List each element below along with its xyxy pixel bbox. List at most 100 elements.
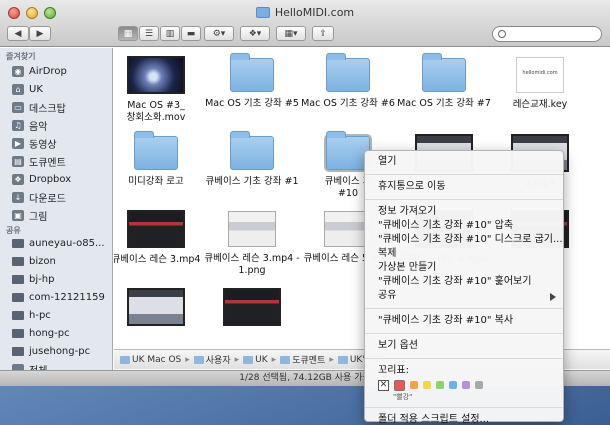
- file-item[interactable]: Mac OS #3_창회소화.mov: [114, 52, 204, 124]
- tag-color-swatch[interactable]: [436, 381, 444, 389]
- icon-view-button[interactable]: ▦: [118, 26, 138, 41]
- path-crumb[interactable]: UK: [243, 355, 268, 365]
- computer-icon: [12, 310, 24, 320]
- file-item[interactable]: [204, 284, 300, 332]
- share-button[interactable]: ⇪: [312, 26, 334, 41]
- sidebar-item[interactable]: bizon: [12, 253, 112, 269]
- path-crumb[interactable]: UK Mac OS: [120, 355, 181, 365]
- menu-separator: [365, 199, 563, 200]
- movie-thumbnail: [223, 288, 281, 326]
- tag-color-swatch[interactable]: [423, 381, 431, 389]
- context-menu-item[interactable]: "큐베이스 기초 강좌 #10" 복사: [365, 314, 563, 328]
- tag-color-swatch[interactable]: [410, 381, 418, 389]
- tags-header: 꼬리표:: [378, 365, 409, 376]
- sidebar-item-label: AirDrop: [29, 65, 67, 77]
- back-button[interactable]: ◀: [7, 26, 29, 41]
- keynote-document-icon: hellomidi.com: [516, 57, 564, 93]
- sidebar-item[interactable]: h-pc: [12, 307, 112, 323]
- sidebar-item[interactable]: ▣ 그림: [12, 207, 112, 223]
- arrange-menu-button[interactable]: ▦▾: [276, 26, 306, 41]
- folder-item[interactable]: Mac OS 기초 강좌 #6: [300, 52, 396, 110]
- folder-icon: [230, 131, 274, 170]
- folder-item[interactable]: 큐베이스 기초 강좌 #1: [204, 130, 300, 188]
- dropbox-menu-button[interactable]: ❖▾: [240, 26, 270, 41]
- sidebar-item[interactable]: jusehong-pc: [12, 343, 112, 359]
- context-menu-item[interactable]: 공유: [365, 289, 563, 303]
- sidebar-header-favorites: 즐겨찾기: [6, 52, 36, 61]
- columns-icon: ▥: [165, 28, 175, 39]
- sidebar-item[interactable]: ♫ 음악: [12, 117, 112, 133]
- sidebar-item[interactable]: auneyau-o85...: [12, 235, 112, 251]
- path-crumb-label: UK Mac OS: [132, 354, 182, 365]
- image-thumbnail: [228, 211, 276, 247]
- menu-separator: [365, 308, 563, 309]
- sidebar-item[interactable]: bj-hp: [12, 271, 112, 287]
- sidebar-item-label: 다운로드: [29, 193, 66, 205]
- folder-icon: [230, 53, 274, 92]
- context-menu-item[interactable]: 열기: [365, 155, 563, 169]
- home-icon: ⌂: [12, 83, 24, 95]
- context-menu-item[interactable]: 복제: [365, 247, 563, 261]
- column-view-button[interactable]: ▥: [160, 26, 180, 41]
- tag-color-swatch[interactable]: [475, 381, 483, 389]
- sidebar-item[interactable]: 전체...: [12, 361, 112, 370]
- sidebar-item-label: 동영상: [29, 139, 57, 151]
- context-menu-item[interactable]: 정보 가져오기: [365, 205, 563, 219]
- folder-item[interactable]: 미디강좌 로고: [114, 130, 204, 188]
- list-view-button[interactable]: ☰: [139, 26, 159, 41]
- action-menu-button[interactable]: ⚙▾: [204, 26, 234, 41]
- tag-color-swatch[interactable]: [449, 381, 457, 389]
- folder-item[interactable]: Mac OS 기초 강좌 #5: [204, 52, 300, 110]
- search-icon: [498, 30, 506, 38]
- sidebar-item[interactable]: ❖ Dropbox: [12, 171, 112, 187]
- file-label: Mac OS 기초 강좌 #5: [205, 98, 299, 109]
- file-item[interactable]: [114, 284, 204, 332]
- file-label: 큐베이스 레슨 3.mp4 - 1.png: [204, 253, 300, 276]
- context-menu-item[interactable]: 휴지통으로 이동: [365, 180, 563, 194]
- sidebar-item[interactable]: com-12121159: [12, 289, 112, 305]
- sidebar-item[interactable]: ▭ 데스크탑: [12, 99, 112, 115]
- gear-icon: ⚙▾: [212, 28, 226, 39]
- chevron-right-icon: ▸: [185, 354, 190, 365]
- folder-icon: [120, 355, 130, 364]
- context-menu-item-label: "큐베이스 기초 강좌 #10" 훑어보기: [378, 276, 532, 287]
- computer-icon: [12, 256, 24, 266]
- file-item[interactable]: 큐베이스 레슨 3.mp4 - 1.png: [204, 206, 300, 277]
- sidebar-item[interactable]: ▤ 도큐멘트: [12, 153, 112, 169]
- context-menu-item[interactable]: "큐베이스 기초 강좌 #10" 압축: [365, 219, 563, 233]
- context-menu-item[interactable]: 가상본 만들기: [365, 261, 563, 275]
- file-label: 레슨교재.key: [512, 99, 568, 110]
- menu-separator: [365, 333, 563, 334]
- menu-separator: [365, 174, 563, 175]
- context-menu-item-label: 복제: [378, 248, 397, 259]
- file-label: 큐베이스 기초 강좌 #1: [205, 176, 299, 187]
- sidebar-item-label: jusehong-pc: [29, 345, 91, 357]
- tag-color-swatch[interactable]: [394, 379, 405, 391]
- folder-icon: [134, 131, 178, 170]
- coverflow-view-button[interactable]: ▬: [181, 26, 201, 41]
- file-item[interactable]: hellomidi.com 레슨교재.key: [492, 52, 588, 111]
- window-title: HelloMIDI.com: [274, 5, 355, 19]
- sidebar-item[interactable]: ↓ 다운로드: [12, 189, 112, 205]
- forward-button[interactable]: ▶: [29, 26, 51, 41]
- sidebar-item[interactable]: ◉ AirDrop: [12, 63, 112, 79]
- context-menu-item-label: 열기: [378, 156, 397, 167]
- sidebar-item-label: h-pc: [29, 309, 51, 321]
- context-menu-item[interactable]: 보기 옵션: [365, 339, 563, 353]
- clear-tag-button[interactable]: ✕: [378, 379, 389, 391]
- tag-color-swatch[interactable]: [462, 381, 470, 389]
- context-menu: 열기 휴지통으로 이동 정보 가져오기 "큐베이스 기초 강좌 #10" 압축 "큐베이…: [364, 150, 564, 425]
- path-crumb[interactable]: 사용자: [193, 353, 231, 366]
- sidebar-item[interactable]: hong-pc: [12, 325, 112, 341]
- sidebar-item[interactable]: ▶ 동영상: [12, 135, 112, 151]
- file-item[interactable]: 큐베이스 레슨 3.mp4: [114, 206, 204, 266]
- search-input[interactable]: [492, 26, 602, 42]
- sidebar-item[interactable]: ⌂ UK: [12, 81, 112, 97]
- menu-item-folder-actions[interactable]: 폴더 적용 스크립트 설정...: [365, 413, 563, 425]
- context-menu-item[interactable]: "큐베이스 기초 강좌 #10" 디스크로 굽기...: [365, 233, 563, 247]
- context-menu-item-label: 휴지통으로 이동: [378, 181, 446, 192]
- path-crumb[interactable]: 도큐멘트: [280, 353, 325, 366]
- context-menu-item[interactable]: "큐베이스 기초 강좌 #10" 훑어보기: [365, 275, 563, 289]
- folder-item[interactable]: Mac OS 기초 강좌 #7: [396, 52, 492, 110]
- sidebar-item-label: bj-hp: [29, 273, 55, 285]
